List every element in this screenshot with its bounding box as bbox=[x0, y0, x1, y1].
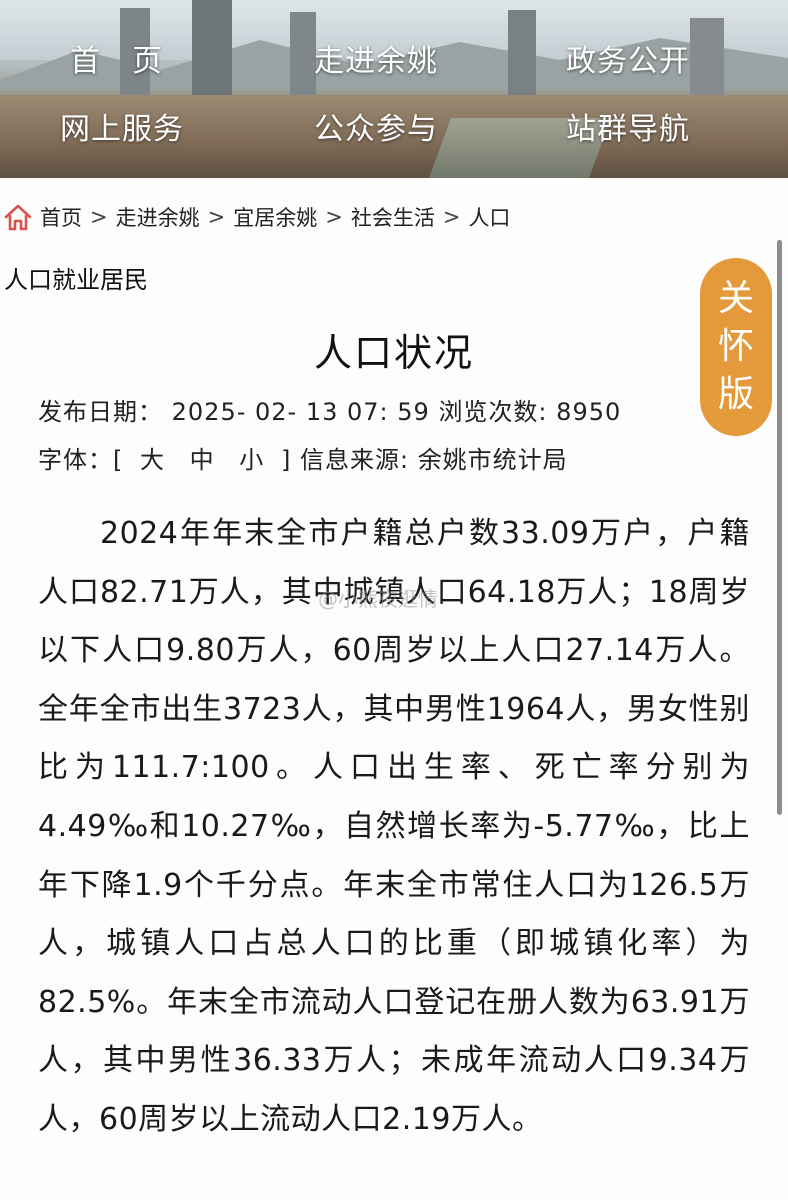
publish-date-label: 发布日期： bbox=[38, 398, 163, 426]
nav-site-navigation[interactable]: 站群导航 bbox=[566, 104, 690, 148]
nav-online-service[interactable]: 网上服务 bbox=[60, 104, 184, 148]
font-size-large-button[interactable]: 大 bbox=[140, 446, 165, 474]
nav-public-participation[interactable]: 公众参与 bbox=[314, 104, 438, 148]
header-banner: 首 页 走进余姚 政务公开 网上服务 公众参与 站群导航 bbox=[0, 0, 788, 178]
breadcrumb-item-home[interactable]: 首页 bbox=[40, 202, 82, 232]
publish-date: 2025- 02- 13 07: 59 bbox=[171, 398, 430, 426]
breadcrumb-item-about[interactable]: 走进余姚 bbox=[116, 202, 200, 232]
breadcrumb-item-livable[interactable]: 宜居余姚 bbox=[233, 202, 317, 232]
home-icon[interactable] bbox=[2, 201, 34, 233]
nav-about-yuyao[interactable]: 走进余姚 bbox=[314, 36, 438, 80]
breadcrumb-separator: > bbox=[325, 205, 343, 229]
font-size-label: 字体：[ bbox=[38, 446, 124, 474]
views-count: 8950 bbox=[556, 398, 622, 426]
nav-gov-open[interactable]: 政务公开 bbox=[566, 36, 690, 80]
nav-home[interactable]: 首 页 bbox=[70, 36, 163, 80]
scrollbar[interactable] bbox=[777, 240, 782, 815]
article-meta-date-views: 发布日期： 2025- 02- 13 07: 59 浏览次数: 8950 bbox=[38, 392, 621, 427]
font-size-medium-button[interactable]: 中 bbox=[190, 446, 215, 474]
section-title: 人口就业居民 bbox=[4, 266, 148, 294]
care-mode-char: 关 bbox=[717, 278, 754, 319]
article-meta-font-source: 字体：[ 大 中 小 ] 信息来源: 余姚市统计局 bbox=[38, 440, 568, 475]
breadcrumb-separator: > bbox=[207, 205, 226, 229]
font-size-small-button[interactable]: 小 bbox=[239, 446, 264, 474]
views-label: 浏览次数: bbox=[438, 398, 548, 426]
breadcrumb-item-social-life[interactable]: 社会生活 bbox=[351, 202, 435, 232]
watermark: @小熊夜逛情 bbox=[318, 587, 438, 611]
source-value: 余姚市统计局 bbox=[417, 446, 568, 474]
care-mode-char: 版 bbox=[717, 374, 754, 415]
article-title: 人口状况 bbox=[313, 331, 474, 375]
breadcrumb-item-population[interactable]: 人口 bbox=[468, 202, 510, 232]
breadcrumb-separator: > bbox=[90, 205, 108, 229]
font-size-bracket: ] bbox=[280, 446, 292, 474]
source-label: 信息来源: bbox=[299, 446, 410, 474]
breadcrumb: 首页 > 走进余姚 > 宜居余姚 > 社会生活 > 人口 bbox=[0, 197, 510, 237]
breadcrumb-separator: > bbox=[442, 205, 461, 229]
